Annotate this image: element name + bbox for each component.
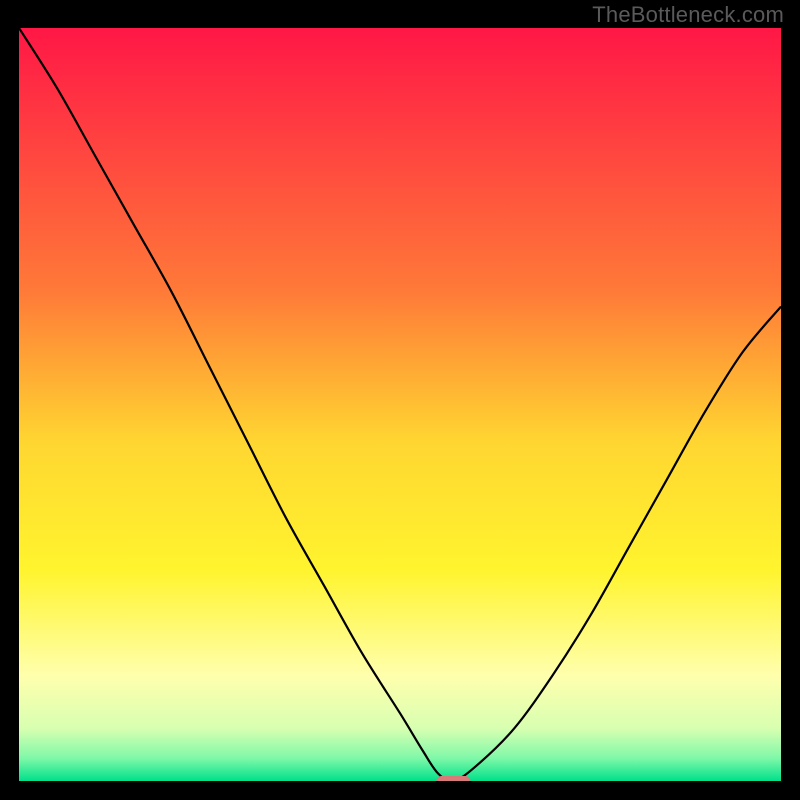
bottleneck-chart (19, 28, 781, 781)
chart-frame: TheBottleneck.com (0, 0, 800, 800)
gradient-background (19, 28, 781, 781)
watermark-text: TheBottleneck.com (592, 2, 784, 28)
optimal-marker (436, 776, 470, 781)
chart-svg (19, 28, 781, 781)
